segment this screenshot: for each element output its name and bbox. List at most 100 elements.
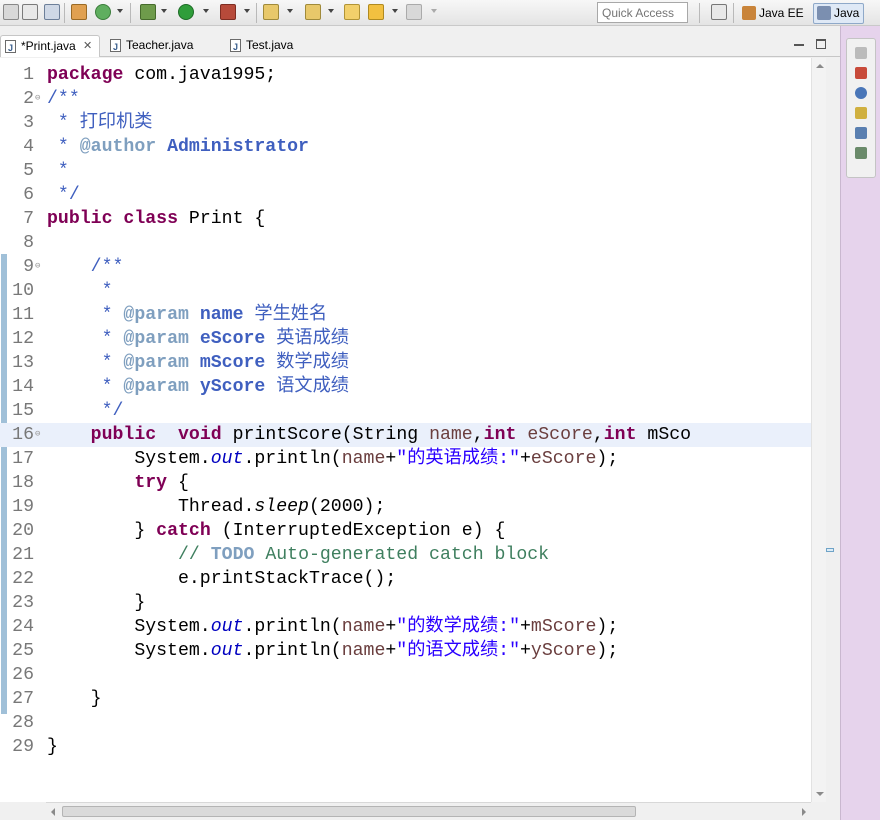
code-line[interactable]: 17 System.out.println(name+"的英语成绩:"+eSco… xyxy=(0,447,826,471)
chevron-down-icon[interactable] xyxy=(392,9,398,13)
code-text: e.printStackTrace(); xyxy=(47,569,397,589)
main-toolbar: Java EE Java xyxy=(0,0,880,26)
code-text: System.out.println(name+"的语文成绩:"+yScore)… xyxy=(47,641,619,661)
chevron-down-icon[interactable] xyxy=(431,9,437,13)
tab-test-java[interactable]: Test.java xyxy=(226,35,293,57)
run-icon[interactable] xyxy=(178,4,194,20)
chevron-down-icon[interactable] xyxy=(117,9,123,13)
code-line[interactable]: 15 */ xyxy=(0,399,826,423)
code-text: System.out.println(name+"的数学成绩:"+mScore)… xyxy=(47,617,619,637)
chevron-down-icon[interactable] xyxy=(287,9,293,13)
line-number: 15 xyxy=(12,401,34,421)
code-line[interactable]: 1 package com.java1995; xyxy=(0,63,826,87)
code-text: * @param name 学生姓名 xyxy=(47,305,328,325)
restore-icon[interactable] xyxy=(855,47,867,59)
scroll-right-icon[interactable] xyxy=(802,808,806,816)
fold-toggle-icon[interactable]: ⊖ xyxy=(35,261,40,271)
code-line[interactable]: 16 ⊖ public void printScore(String name,i… xyxy=(0,423,826,447)
perspective-java-ee[interactable]: Java EE xyxy=(738,3,809,24)
overview-ruler-marker[interactable] xyxy=(826,548,834,552)
scroll-left-icon[interactable] xyxy=(51,808,55,816)
java-perspective-icon xyxy=(817,6,831,20)
debug-icon[interactable] xyxy=(140,4,156,20)
chevron-down-icon[interactable] xyxy=(203,9,209,13)
print-icon[interactable] xyxy=(44,4,60,20)
console-view-icon[interactable] xyxy=(855,127,867,139)
last-edit-icon[interactable] xyxy=(344,4,360,20)
open-perspective-icon[interactable] xyxy=(711,4,727,20)
forward-arrow-icon[interactable] xyxy=(406,4,422,20)
code-line[interactable]: 8 xyxy=(0,231,826,255)
back-arrow-icon[interactable] xyxy=(368,4,384,20)
horizontal-scroll-thumb[interactable] xyxy=(62,806,636,817)
next-annotation-icon[interactable] xyxy=(263,4,279,20)
code-line[interactable]: 29} xyxy=(0,735,826,759)
chevron-down-icon[interactable] xyxy=(244,9,250,13)
line-number: 24 xyxy=(12,617,34,637)
code-line[interactable]: 13 * @param mScore 数学成绩 xyxy=(0,351,826,375)
line-number: 7 xyxy=(23,209,34,229)
quick-access-input[interactable] xyxy=(597,2,688,23)
toolbar-separator xyxy=(256,3,257,23)
code-line[interactable]: 12 * @param eScore 英语成绩 xyxy=(0,327,826,351)
fold-toggle-icon[interactable]: ⊖ xyxy=(35,429,40,439)
code-text: } xyxy=(47,689,102,709)
tab-teacher-java[interactable]: Teacher.java xyxy=(106,35,193,57)
code-line[interactable]: 18 try { xyxy=(0,471,826,495)
code-line[interactable]: 7 public class Print { xyxy=(0,207,826,231)
code-line[interactable]: 26 xyxy=(0,663,826,687)
code-line[interactable]: 21 // TODO Auto-generated catch block xyxy=(0,543,826,567)
code-editor[interactable]: 1 package com.java1995; 2 ⊖/** 3 * 打印机类 4 * @… xyxy=(0,58,826,802)
code-line[interactable]: 23 } xyxy=(0,591,826,615)
code-line[interactable]: 22 e.printStackTrace(); xyxy=(0,567,826,591)
code-text: */ xyxy=(47,185,80,205)
chevron-down-icon[interactable] xyxy=(161,9,167,13)
code-text: * xyxy=(47,281,113,301)
perspective-label: Java EE xyxy=(759,6,804,20)
code-line[interactable]: 28 xyxy=(0,711,826,735)
progress-view-icon[interactable] xyxy=(855,147,867,159)
package-explorer-icon[interactable] xyxy=(71,4,87,20)
editor-tab-bar: *Print.java ✕ Teacher.java Test.java xyxy=(0,33,840,58)
scroll-down-icon[interactable] xyxy=(816,792,824,796)
code-line[interactable]: 4 * @author Administrator xyxy=(0,135,826,159)
javadoc-view-icon[interactable] xyxy=(855,87,867,99)
code-line[interactable]: 2 ⊖ /** xyxy=(0,87,826,111)
code-line[interactable]: 25 System.out.println(name+"的语文成绩:"+ySco… xyxy=(0,639,826,663)
horizontal-scrollbar[interactable] xyxy=(46,802,811,820)
chevron-down-icon[interactable] xyxy=(328,9,334,13)
java-file-icon xyxy=(110,37,121,57)
line-number: 2 xyxy=(23,89,34,109)
code-line[interactable]: 14 * @param yScore 语文成绩 xyxy=(0,375,826,399)
code-line[interactable]: 20 } catch (InterruptedException e) { xyxy=(0,519,826,543)
tab-print-java[interactable]: *Print.java ✕ xyxy=(0,35,100,58)
code-text: } xyxy=(47,593,146,613)
line-number: 9 xyxy=(23,257,34,277)
close-icon[interactable]: ✕ xyxy=(83,36,92,56)
problems-view-icon[interactable] xyxy=(855,67,867,79)
scroll-up-icon[interactable] xyxy=(816,64,824,68)
external-tools-icon[interactable] xyxy=(220,4,236,20)
code-line[interactable]: 24 System.out.println(name+"的数学成绩:"+mSco… xyxy=(0,615,826,639)
code-line[interactable]: 10 * xyxy=(0,279,826,303)
perspective-java[interactable]: Java xyxy=(813,3,865,24)
line-number: 21 xyxy=(12,545,34,565)
maximize-icon[interactable] xyxy=(816,39,826,49)
toggle-view-icon[interactable] xyxy=(3,4,19,20)
line-number: 17 xyxy=(12,449,34,469)
line-number: 1 xyxy=(23,65,34,85)
vertical-scrollbar[interactable] xyxy=(811,58,826,802)
code-line[interactable]: 6 */ xyxy=(0,183,826,207)
code-line[interactable]: 5 * xyxy=(0,159,826,183)
toggle-block-icon[interactable] xyxy=(22,4,38,20)
code-line[interactable]: 11 * @param name 学生姓名 xyxy=(0,303,826,327)
minimize-icon[interactable] xyxy=(794,40,804,46)
code-line[interactable]: 9 ⊖ /** xyxy=(0,255,826,279)
code-line[interactable]: 27 } xyxy=(0,687,826,711)
declaration-view-icon[interactable] xyxy=(855,107,867,119)
code-line[interactable]: 3 * 打印机类 xyxy=(0,111,826,135)
previous-annotation-icon[interactable] xyxy=(305,4,321,20)
fold-toggle-icon[interactable]: ⊖ xyxy=(35,93,40,103)
code-line[interactable]: 19 Thread.sleep(2000); xyxy=(0,495,826,519)
refresh-icon[interactable] xyxy=(95,4,111,20)
